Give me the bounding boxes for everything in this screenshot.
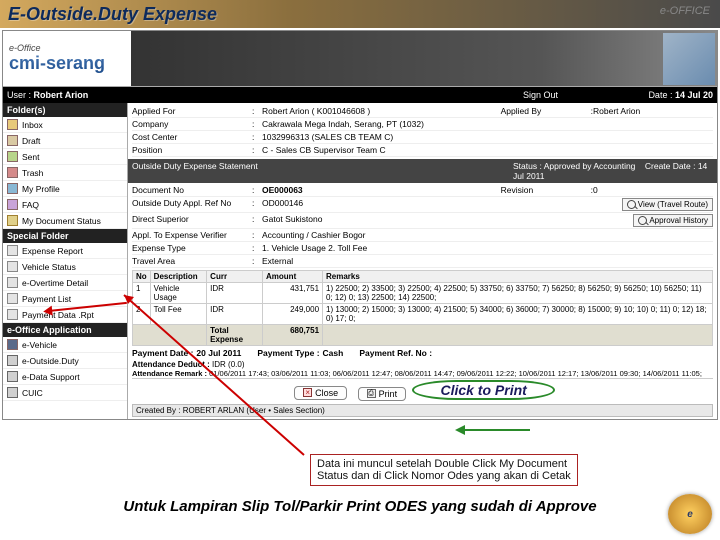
click-to-print-callout: Click to Print (412, 380, 554, 400)
logo-text: cmi-serang (9, 53, 125, 74)
report-icon (7, 293, 18, 304)
sidebar-item-evehicle[interactable]: e-Vehicle (3, 337, 127, 353)
sidebar-head-folders: Folder(s) (3, 103, 127, 117)
report-icon (7, 277, 18, 288)
sidebar-item-vehicle-status[interactable]: Vehicle Status (3, 259, 127, 275)
document-icon (7, 215, 18, 226)
arrow-to-callout (124, 295, 306, 457)
sidebar-item-overtime[interactable]: e-Overtime Detail (3, 275, 127, 291)
eoffice-logo-icon: e (668, 494, 712, 534)
printer-icon: ⎙ (367, 389, 376, 398)
magnify-icon (627, 200, 636, 209)
report-icon (7, 309, 18, 320)
date-label: Date : 14 Jul 20 (648, 90, 713, 100)
faq-icon (7, 199, 18, 210)
magnify-icon (638, 216, 647, 225)
sidebar-head-app: e-Office Application (3, 323, 127, 337)
view-travel-route-button[interactable]: View (Travel Route) (622, 198, 713, 211)
file-icon (7, 355, 18, 366)
sidebar-item-sent[interactable]: Sent (3, 149, 127, 165)
trash-icon (7, 167, 18, 178)
sidebar-item-expense[interactable]: Expense Report (3, 243, 127, 259)
sent-icon (7, 151, 18, 162)
title-brand: e-OFFICE (660, 5, 710, 17)
profile-icon (7, 183, 18, 194)
instruction-callout: Data ini muncul setelah Double Click My … (310, 454, 578, 486)
car-icon (7, 339, 18, 350)
sidebar-item-edata[interactable]: e-Data Support (3, 369, 127, 385)
section-odes: Outside Duty Expense Statement Status : … (128, 159, 717, 183)
file-icon (7, 387, 18, 398)
arrow-to-print (460, 429, 530, 431)
file-icon (7, 371, 18, 382)
approval-history-button[interactable]: Approval History (633, 214, 713, 227)
doc-no: OE000063 (262, 185, 303, 195)
sidebar-head-special: Special Folder (3, 229, 127, 243)
sidebar-item-faq[interactable]: FAQ (3, 197, 127, 213)
inbox-icon (7, 119, 18, 130)
report-icon (7, 245, 18, 256)
bottom-instruction: Untuk Lampiran Slip Tol/Parkir Print ODE… (0, 498, 720, 515)
sidebar-item-profile[interactable]: My Profile (3, 181, 127, 197)
sidebar-item-inbox[interactable]: Inbox (3, 117, 127, 133)
sidebar-item-eoutside[interactable]: e-Outside.Duty (3, 353, 127, 369)
print-button[interactable]: ⎙Print (358, 387, 407, 401)
sidebar-item-draft[interactable]: Draft (3, 133, 127, 149)
draft-icon (7, 135, 18, 146)
report-icon (7, 261, 18, 272)
page-title: E-Outside.Duty Expense (8, 4, 217, 25)
sidebar-item-mydoc[interactable]: My Document Status (3, 213, 127, 229)
logo-small: e-Office (9, 43, 125, 53)
sidebar-item-trash[interactable]: Trash (3, 165, 127, 181)
user-label: User : Robert Arion (7, 90, 88, 100)
sidebar-item-cuic[interactable]: CUIC (3, 385, 127, 401)
sign-out-link[interactable]: Sign Out (523, 90, 558, 100)
banner-image (131, 31, 717, 86)
